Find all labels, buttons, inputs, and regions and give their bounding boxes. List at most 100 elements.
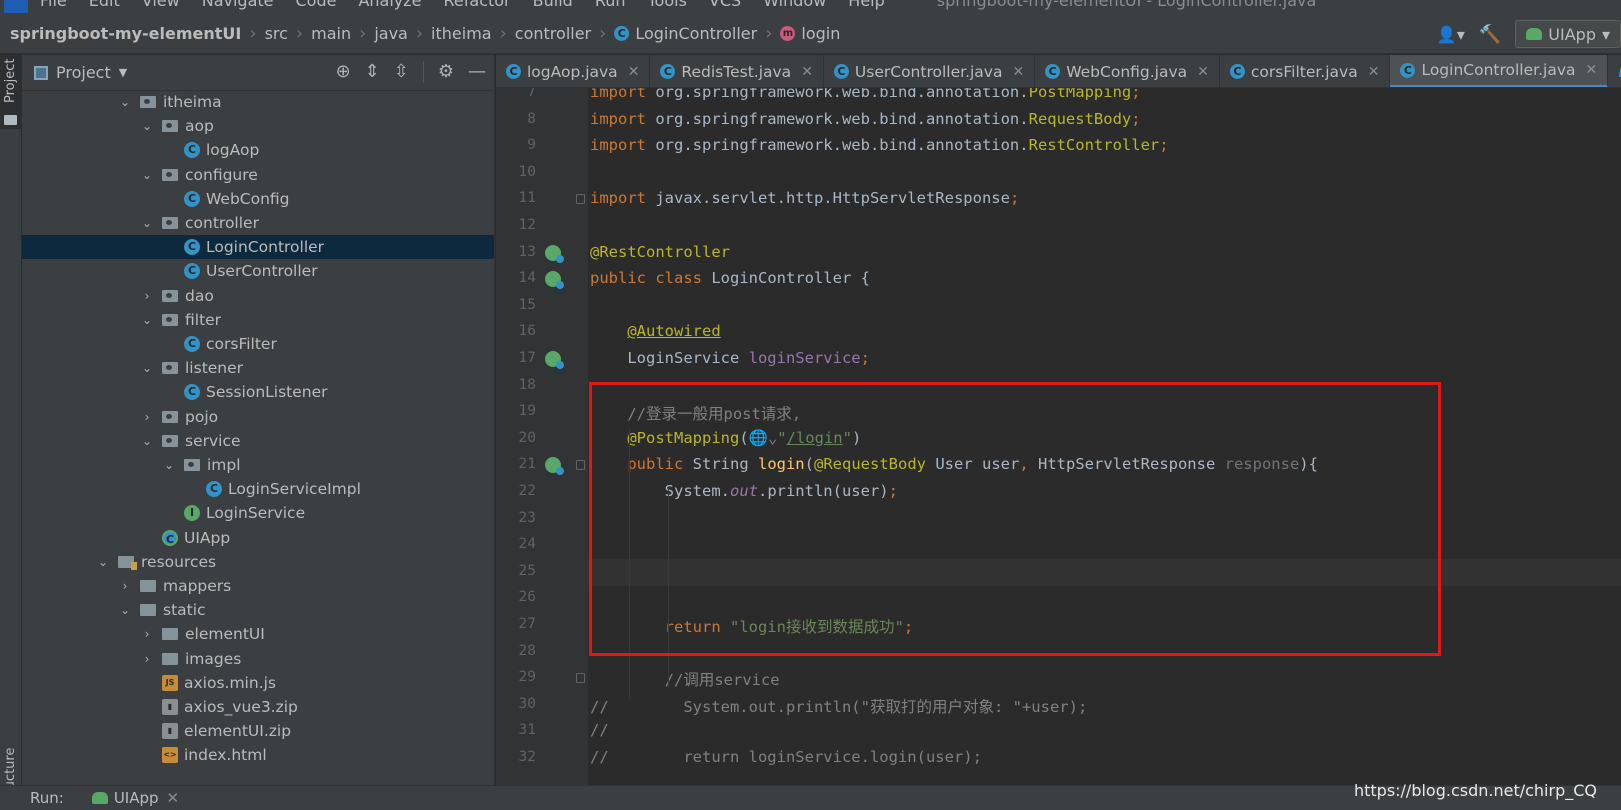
chevron-down-icon[interactable]: ⌄ bbox=[140, 119, 154, 133]
menu-item-file[interactable]: File bbox=[40, 0, 67, 13]
tree-item-logincontroller[interactable]: C LoginController bbox=[22, 235, 494, 260]
tree-item-axios-vue3-zip[interactable]: ▮ axios_vue3.zip bbox=[22, 695, 494, 719]
tree-item-itheima[interactable]: ⌄ itheima bbox=[22, 91, 494, 114]
run-tab-uiapp[interactable]: UIApp ✕ bbox=[91, 789, 180, 807]
code-editor[interactable]: 7 8 9 10 11 12 13 14 15 16 17 18 19 20 21 22 23 24 25 26 27 2… bbox=[496, 88, 1621, 785]
tree-item-static[interactable]: ⌄ static bbox=[22, 598, 494, 622]
tree-item-filter[interactable]: ⌄ filter bbox=[22, 308, 494, 332]
chevron-right-icon[interactable]: › bbox=[140, 627, 154, 641]
chevron-down-icon[interactable]: ⌄ bbox=[140, 434, 154, 448]
locate-icon[interactable]: ⊕ bbox=[336, 61, 351, 83]
tab-webconfig-java[interactable]: C WebConfig.java ✕ bbox=[1035, 55, 1220, 87]
menu-item-analyze[interactable]: Analyze bbox=[358, 0, 421, 13]
tree-item-service[interactable]: ⌄ service bbox=[22, 429, 494, 453]
expand-all-icon[interactable]: ⇕ bbox=[365, 61, 380, 83]
chevron-down-icon[interactable]: ▼ bbox=[119, 66, 127, 79]
menu-item-refactor[interactable]: Refactor bbox=[444, 0, 511, 13]
close-icon[interactable]: ✕ bbox=[1368, 64, 1380, 80]
chevron-right-icon[interactable]: › bbox=[140, 410, 154, 424]
breadcrumb-item[interactable]: itheima bbox=[431, 24, 492, 43]
breadcrumb-item[interactable]: m login bbox=[780, 24, 840, 43]
close-icon[interactable]: ✕ bbox=[167, 789, 180, 807]
menu-item-tools[interactable]: Tools bbox=[648, 0, 687, 13]
tree-item-corsfilter[interactable]: CcorsFilter bbox=[22, 332, 494, 356]
more-tabs-icon[interactable]: m p bbox=[1608, 55, 1621, 87]
close-icon[interactable]: ✕ bbox=[1012, 64, 1024, 80]
build-hammer-icon[interactable]: 🔨 bbox=[1479, 24, 1501, 45]
tree-item-pojo[interactable]: › pojo bbox=[22, 405, 494, 429]
menu-item-edit[interactable]: Edit bbox=[89, 0, 120, 13]
menu-item-code[interactable]: Code bbox=[296, 0, 337, 13]
close-icon[interactable]: ✕ bbox=[801, 64, 813, 80]
bean-gutter-icon[interactable] bbox=[545, 457, 564, 476]
chevron-down-icon[interactable]: ⌄ bbox=[140, 361, 154, 375]
tree-item-impl[interactable]: ⌄ impl bbox=[22, 453, 494, 477]
close-icon[interactable]: ✕ bbox=[1197, 64, 1209, 80]
tab-corsfilter-java[interactable]: CcorsFilter.java ✕ bbox=[1220, 55, 1391, 87]
tree-item-logaop[interactable]: ClogAop bbox=[22, 138, 494, 162]
tree-item-listener[interactable]: ⌄ listener bbox=[22, 356, 494, 380]
tree-item-sessionlistener[interactable]: C SessionListener bbox=[22, 380, 494, 404]
tree-item-elementui[interactable]: › elementUI bbox=[22, 622, 494, 646]
tree-item-resources[interactable]: ⌄ resources bbox=[22, 550, 494, 574]
menu-item-view[interactable]: View bbox=[142, 0, 180, 13]
breadcrumb-item[interactable]: controller bbox=[515, 24, 591, 43]
hide-icon[interactable]: — bbox=[468, 61, 486, 83]
breadcrumb-item[interactable]: java bbox=[374, 24, 408, 43]
tab-redistest-java[interactable]: C RedisTest.java ✕ bbox=[650, 55, 824, 87]
tab-logaop-java[interactable]: ClogAop.java ✕ bbox=[496, 55, 651, 87]
breadcrumb-item[interactable]: src bbox=[265, 24, 288, 43]
fold-marker-icon[interactable] bbox=[576, 460, 585, 471]
chevron-down-icon[interactable]: ⌄ bbox=[140, 168, 154, 182]
tree-item-configure[interactable]: ⌄ configure bbox=[22, 163, 494, 187]
chevron-right-icon[interactable]: › bbox=[140, 289, 154, 303]
tree-item-webconfig[interactable]: C WebConfig bbox=[22, 187, 494, 211]
fold-marker-icon[interactable] bbox=[576, 194, 585, 205]
tree-item-label: index.html bbox=[184, 746, 267, 765]
project-panel-title[interactable]: Project bbox=[56, 63, 111, 82]
tree-item-index-html[interactable]: <> index.html bbox=[22, 743, 494, 767]
chevron-down-icon[interactable]: ⌄ bbox=[96, 555, 110, 569]
run-configuration-select[interactable]: UIApp ▾ bbox=[1515, 20, 1621, 48]
bean-gutter-icon[interactable] bbox=[545, 271, 564, 290]
breadcrumb-item[interactable]: springboot-my-elementUI bbox=[10, 24, 241, 43]
tree-item-aop[interactable]: ⌄ aop bbox=[22, 114, 494, 138]
tab-logincontroller-java[interactable]: C LoginController.java ✕ bbox=[1390, 55, 1609, 87]
tree-item-images[interactable]: › images bbox=[22, 647, 494, 671]
collapse-all-icon[interactable]: ⇳ bbox=[394, 61, 409, 83]
fold-marker-icon[interactable] bbox=[576, 673, 585, 684]
chevron-down-icon[interactable]: ⌄ bbox=[140, 313, 154, 327]
menu-item-help[interactable]: Help bbox=[848, 0, 884, 13]
chevron-down-icon[interactable]: ⌄ bbox=[162, 458, 176, 472]
menu-item-run[interactable]: Run bbox=[595, 0, 626, 13]
tree-item-usercontroller[interactable]: C UserController bbox=[22, 259, 494, 283]
menu-item-navigate[interactable]: Navigate bbox=[202, 0, 274, 13]
tree-item-loginservice[interactable]: I LoginService bbox=[22, 501, 494, 525]
chevron-right-icon[interactable]: › bbox=[140, 652, 154, 666]
chevron-right-icon[interactable]: › bbox=[118, 579, 132, 593]
account-icon[interactable]: 👤▾ bbox=[1437, 25, 1465, 44]
project-tool-tab[interactable]: Project bbox=[0, 55, 22, 129]
tree-item-controller[interactable]: ⌄ controller bbox=[22, 211, 494, 235]
breadcrumb-item[interactable]: main bbox=[311, 24, 351, 43]
tree-item-mappers[interactable]: › mappers bbox=[22, 574, 494, 598]
current-line-highlight bbox=[588, 558, 1621, 586]
gear-icon[interactable]: ⚙ bbox=[438, 61, 454, 83]
tree-item-loginserviceimpl[interactable]: C LoginServiceImpl bbox=[22, 477, 494, 501]
chevron-down-icon[interactable]: ⌄ bbox=[118, 603, 132, 617]
chevron-down-icon[interactable]: ⌄ bbox=[140, 216, 154, 230]
breadcrumb-item[interactable]: C LoginController bbox=[614, 24, 757, 43]
close-icon[interactable]: ✕ bbox=[628, 64, 640, 80]
tree-item-elementui-zip[interactable]: ▮ elementUI.zip bbox=[22, 719, 494, 743]
bean-gutter-icon[interactable] bbox=[545, 244, 564, 263]
menu-item-build[interactable]: Build bbox=[533, 0, 573, 13]
tree-item-dao[interactable]: › dao bbox=[22, 284, 494, 308]
bean-gutter-icon[interactable] bbox=[545, 351, 564, 369]
close-icon[interactable]: ✕ bbox=[1586, 62, 1598, 78]
chevron-down-icon[interactable]: ⌄ bbox=[118, 95, 132, 109]
menu-item-vcs[interactable]: VCS bbox=[709, 0, 741, 13]
menu-item-window[interactable]: Window bbox=[763, 0, 826, 13]
tree-item-axios-min-js[interactable]: JS axios.min.js bbox=[22, 671, 494, 695]
tree-item-uiapp[interactable]: C UIApp bbox=[22, 526, 494, 550]
tab-usercontroller-java[interactable]: C UserController.java ✕ bbox=[824, 55, 1036, 87]
